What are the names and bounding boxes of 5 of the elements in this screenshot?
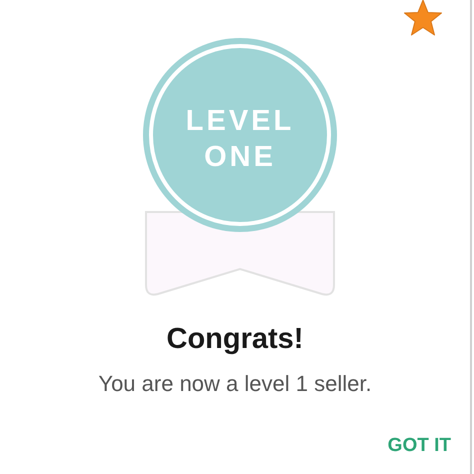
message-text: You are now a level 1 seller.: [98, 371, 372, 397]
star-icon: [403, 0, 443, 37]
congrats-title: Congrats!: [166, 323, 304, 356]
got-it-button[interactable]: GOT IT: [382, 431, 457, 461]
badge-label: LEVEL ONE: [184, 104, 296, 175]
